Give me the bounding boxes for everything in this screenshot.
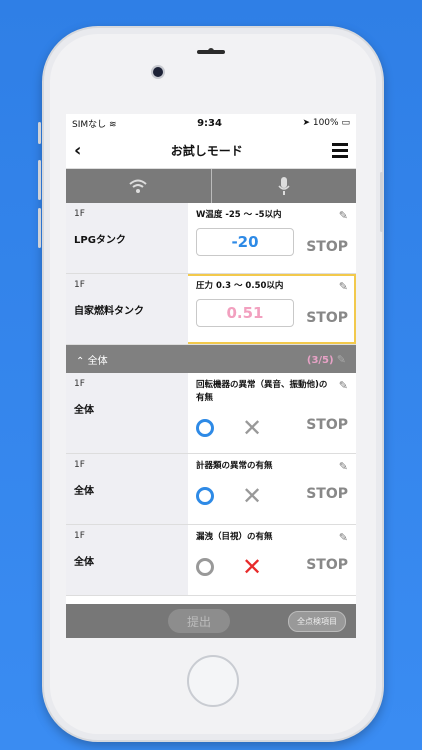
edit-pencil-icon[interactable]: ✎ bbox=[339, 531, 348, 544]
stop-button[interactable]: STOP bbox=[306, 557, 348, 573]
check-row[interactable]: 1F 全体 計器類の異常の有無 ✎ ✕ STOP bbox=[66, 454, 356, 525]
microphone-icon bbox=[278, 177, 290, 195]
volume-up-button bbox=[38, 160, 41, 200]
item-title: W温度 -25 ～ -5以内 bbox=[196, 210, 282, 220]
ok-circle-icon[interactable] bbox=[196, 558, 214, 576]
check-row[interactable]: 1F 全体 漏洩（目視）の有無 ✎ ✕ STOP bbox=[66, 525, 356, 596]
edit-pencil-icon[interactable]: ✎ bbox=[339, 379, 348, 392]
ng-cross-icon[interactable]: ✕ bbox=[242, 555, 262, 579]
row-check-area: 回転機器の異常（異音、振動他)の有無 ✎ ✕ STOP bbox=[188, 373, 356, 453]
submit-button[interactable]: 提出 bbox=[168, 609, 230, 633]
carrier-label: SIMなし ≋ bbox=[72, 119, 117, 130]
clock: 9:34 bbox=[197, 117, 222, 129]
row-location: 1F LPGタンク bbox=[66, 203, 188, 273]
row-location: 1F 全体 bbox=[66, 454, 188, 524]
all-items-button[interactable]: 全点検項目 bbox=[288, 610, 346, 632]
location-icon: ➤ bbox=[302, 118, 310, 128]
ng-cross-icon[interactable]: ✕ bbox=[242, 484, 262, 508]
back-button[interactable]: ‹ bbox=[74, 140, 81, 161]
hamburger-menu-icon[interactable] bbox=[332, 142, 348, 158]
voice-mode-button[interactable] bbox=[210, 169, 357, 203]
item-title: 漏洩（目視）の有無 bbox=[196, 532, 273, 542]
ok-circle-icon[interactable] bbox=[196, 487, 214, 505]
volume-down-button bbox=[38, 208, 41, 248]
edit-pencil-icon[interactable]: ✎ bbox=[339, 280, 348, 293]
row-check-area: 計器類の異常の有無 ✎ ✕ STOP bbox=[188, 454, 356, 524]
measurement-row-highlighted[interactable]: 1F 自家燃料タンク 圧力 0.3 ～ 0.50以内 ✎ 0.51 STOP bbox=[66, 274, 356, 345]
speaker-grille bbox=[197, 50, 225, 54]
nav-bar: ‹ お試しモード bbox=[66, 132, 356, 169]
stop-button[interactable]: STOP bbox=[306, 417, 348, 433]
edit-pencil-icon[interactable]: ✎ bbox=[339, 209, 348, 222]
battery-icon: ▭ bbox=[341, 118, 350, 128]
row-location: 1F 全体 bbox=[66, 373, 188, 453]
edit-pencil-icon[interactable]: ✎ bbox=[337, 353, 346, 366]
bottom-bar: 提出 全点検項目 bbox=[66, 604, 356, 638]
equipment-name: 自家燃料タンク bbox=[74, 306, 144, 317]
row-location: 1F 自家燃料タンク bbox=[66, 274, 188, 344]
page-title: お試しモード bbox=[170, 143, 243, 158]
section-label: 全体 bbox=[87, 355, 108, 367]
stop-button[interactable]: STOP bbox=[306, 486, 348, 502]
item-title: 圧力 0.3 ～ 0.50以内 bbox=[196, 281, 284, 291]
value-input[interactable]: -20 bbox=[196, 228, 294, 256]
wifi-mode-button[interactable] bbox=[66, 169, 211, 203]
wifi-icon bbox=[129, 179, 147, 193]
floor-label: 1F bbox=[74, 280, 85, 290]
equipment-name: LPGタンク bbox=[74, 235, 126, 246]
row-location: 1F 全体 bbox=[66, 525, 188, 595]
power-button bbox=[380, 172, 383, 232]
measurement-row[interactable]: 1F LPGタンク W温度 -25 ～ -5以内 ✎ -20 STOP bbox=[66, 203, 356, 274]
home-button[interactable] bbox=[187, 655, 239, 707]
item-title: 計器類の異常の有無 bbox=[196, 461, 273, 471]
floor-label: 1F bbox=[74, 531, 85, 541]
front-camera bbox=[153, 67, 163, 77]
check-row[interactable]: 1F 全体 回転機器の異常（異音、振動他)の有無 ✎ ✕ STOP bbox=[66, 373, 356, 454]
stop-button[interactable]: STOP bbox=[306, 310, 348, 326]
section-count: (3/5) bbox=[306, 354, 334, 366]
floor-label: 1F bbox=[74, 379, 85, 389]
floor-label: 1F bbox=[74, 460, 85, 470]
row-input-area: 圧力 0.3 ～ 0.50以内 ✎ 0.51 STOP bbox=[188, 274, 356, 344]
battery-area: ➤ 100% ▭ bbox=[302, 118, 350, 128]
equipment-name: 全体 bbox=[74, 405, 94, 416]
edit-pencil-icon[interactable]: ✎ bbox=[339, 460, 348, 473]
row-check-area: 漏洩（目視）の有無 ✎ ✕ STOP bbox=[188, 525, 356, 595]
floor-label: 1F bbox=[74, 209, 85, 219]
chevron-up-icon: ⌃ bbox=[76, 355, 85, 367]
app-screen: SIMなし ≋ 9:34 ➤ 100% ▭ ‹ お試しモード 1F LPGタンク… bbox=[66, 114, 356, 638]
equipment-name: 全体 bbox=[74, 557, 94, 568]
ng-cross-icon[interactable]: ✕ bbox=[242, 416, 262, 440]
row-input-area: W温度 -25 ～ -5以内 ✎ -20 STOP bbox=[188, 203, 356, 273]
mute-switch bbox=[38, 122, 41, 144]
item-title: 回転機器の異常（異音、振動他)の有無 bbox=[196, 380, 328, 403]
wifi-status-icon: ≋ bbox=[109, 119, 117, 130]
section-title: ⌃ 全体 bbox=[76, 352, 108, 367]
ok-circle-icon[interactable] bbox=[196, 419, 214, 437]
value-input[interactable]: 0.51 bbox=[196, 299, 294, 327]
section-progress: (3/5) ✎ bbox=[307, 353, 346, 366]
stop-button[interactable]: STOP bbox=[306, 239, 348, 255]
section-header[interactable]: ⌃ 全体 (3/5) ✎ bbox=[66, 345, 356, 373]
input-mode-toolbar bbox=[66, 169, 356, 203]
equipment-name: 全体 bbox=[74, 486, 94, 497]
status-bar: SIMなし ≋ 9:34 ➤ 100% ▭ bbox=[66, 114, 356, 132]
